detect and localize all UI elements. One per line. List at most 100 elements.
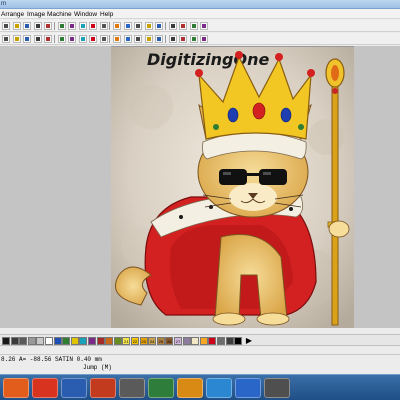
- app-8-taskbar-button[interactable]: [206, 378, 232, 398]
- menu-bar: Arrange Image Machine Window Help: [0, 9, 400, 19]
- zoom-out-button[interactable]: [123, 22, 132, 30]
- menu-machine[interactable]: Machine: [47, 11, 72, 18]
- app-6-taskbar-button[interactable]: [148, 378, 174, 398]
- menu-arrange[interactable]: Arrange: [1, 11, 24, 18]
- fill-icon: [191, 24, 196, 28]
- print-icon: [35, 24, 40, 28]
- thread-swatch[interactable]: [45, 337, 53, 345]
- open-button[interactable]: [12, 22, 21, 30]
- zoom-icon: [101, 24, 106, 28]
- app-2-taskbar-button[interactable]: [32, 378, 58, 398]
- redo-button[interactable]: [89, 22, 97, 30]
- thread-swatch[interactable]: [79, 337, 88, 345]
- thread-swatch[interactable]: [217, 337, 225, 345]
- color-change-button[interactable]: [68, 35, 76, 43]
- status-stitch-mode: Jump (M): [83, 364, 112, 371]
- satin-button[interactable]: [12, 35, 21, 43]
- digitizing-one-watermark: DigitizingOne: [147, 50, 269, 69]
- print-button[interactable]: [33, 22, 42, 30]
- zoom-in-button[interactable]: [113, 22, 121, 30]
- toolbar-stitch: [0, 33, 400, 45]
- zoom-button[interactable]: [99, 22, 108, 30]
- mirror-button[interactable]: [99, 35, 108, 43]
- simulate-button[interactable]: [200, 35, 208, 43]
- align-button[interactable]: [89, 35, 97, 43]
- thread-swatch[interactable]: 22: [131, 337, 139, 345]
- app-9-taskbar-button[interactable]: [235, 378, 261, 398]
- align-icon: [91, 37, 95, 41]
- toolbar-separator: [164, 22, 166, 30]
- thread-swatch[interactable]: 27: [174, 337, 182, 345]
- thread-swatch[interactable]: 25: [156, 337, 165, 345]
- windows-taskbar: [0, 374, 400, 400]
- thread-swatch[interactable]: [70, 337, 79, 345]
- grid-button[interactable]: [144, 22, 153, 30]
- view-3d-button[interactable]: [189, 35, 198, 43]
- thread-swatch[interactable]: [10, 337, 19, 345]
- layers-button[interactable]: [179, 35, 187, 43]
- thread-swatch[interactable]: [88, 337, 96, 345]
- app-7-taskbar-button[interactable]: [177, 378, 203, 398]
- thread-swatch[interactable]: [105, 337, 114, 345]
- app-4-taskbar-button[interactable]: [90, 378, 116, 398]
- lock-button[interactable]: [155, 35, 163, 43]
- ungroup-button[interactable]: [144, 35, 153, 43]
- thread-swatch[interactable]: [27, 337, 36, 345]
- run-button[interactable]: [33, 35, 42, 43]
- thread-swatch[interactable]: [2, 337, 10, 345]
- shape-button[interactable]: [179, 22, 187, 30]
- thread-swatch[interactable]: 21: [122, 337, 131, 345]
- jump-button[interactable]: [44, 35, 52, 43]
- rotate-button[interactable]: [113, 35, 121, 43]
- select-button[interactable]: [155, 22, 163, 30]
- thread-swatch[interactable]: [62, 337, 71, 345]
- menu-image[interactable]: Image: [27, 11, 45, 18]
- app-3-taskbar-button[interactable]: [61, 378, 87, 398]
- grid-icon: [146, 24, 151, 28]
- pen-button[interactable]: [168, 22, 177, 30]
- thread-swatch[interactable]: [182, 337, 191, 345]
- thread-swatch[interactable]: [225, 337, 234, 345]
- pan-button[interactable]: [134, 22, 142, 30]
- thread-swatch[interactable]: [19, 337, 28, 345]
- menu-window[interactable]: Window: [74, 11, 97, 18]
- toolbar-main: [0, 20, 400, 32]
- node-button[interactable]: [78, 35, 87, 43]
- app-10-taskbar-button[interactable]: [264, 378, 290, 398]
- save-button[interactable]: [23, 22, 31, 30]
- thread-swatch[interactable]: [208, 337, 217, 345]
- new-button[interactable]: [2, 22, 10, 30]
- thread-swatch[interactable]: [36, 337, 45, 345]
- cut-button[interactable]: [44, 22, 52, 30]
- menu-help[interactable]: Help: [100, 11, 113, 18]
- palette-scroll-right-button[interactable]: ▶: [244, 336, 254, 346]
- status-coordinates: 8.26 A= -88.56 SATIN 0.40 mm: [1, 356, 102, 363]
- app-1-taskbar-button[interactable]: [3, 378, 29, 398]
- window-titlebar: m: [0, 0, 400, 9]
- thread-swatch[interactable]: [191, 337, 200, 345]
- thread-swatch[interactable]: [53, 337, 62, 345]
- fill-button[interactable]: [189, 22, 198, 30]
- thread-swatch[interactable]: [234, 337, 243, 345]
- thread-swatch[interactable]: [113, 337, 122, 345]
- stitch-button[interactable]: [2, 35, 10, 43]
- hide-button[interactable]: [168, 35, 177, 43]
- group-icon: [136, 37, 140, 41]
- toolbar-separator: [109, 22, 110, 30]
- stitch-icon: [4, 37, 8, 41]
- text-button[interactable]: [200, 22, 208, 30]
- copy-icon: [59, 24, 64, 28]
- fill-stitch-button[interactable]: [23, 35, 31, 43]
- trim-button[interactable]: [57, 35, 66, 43]
- group-button[interactable]: [134, 35, 142, 43]
- thread-swatch[interactable]: 26: [165, 337, 174, 345]
- thread-swatch[interactable]: [96, 337, 105, 345]
- thread-swatch[interactable]: 23: [139, 337, 148, 345]
- undo-button[interactable]: [78, 22, 87, 30]
- app-5-taskbar-button[interactable]: [119, 378, 145, 398]
- thread-swatch[interactable]: [199, 337, 208, 345]
- copy-button[interactable]: [57, 22, 66, 30]
- scale-button[interactable]: [123, 35, 132, 43]
- paste-button[interactable]: [68, 22, 76, 30]
- thread-swatch[interactable]: 24: [148, 337, 157, 345]
